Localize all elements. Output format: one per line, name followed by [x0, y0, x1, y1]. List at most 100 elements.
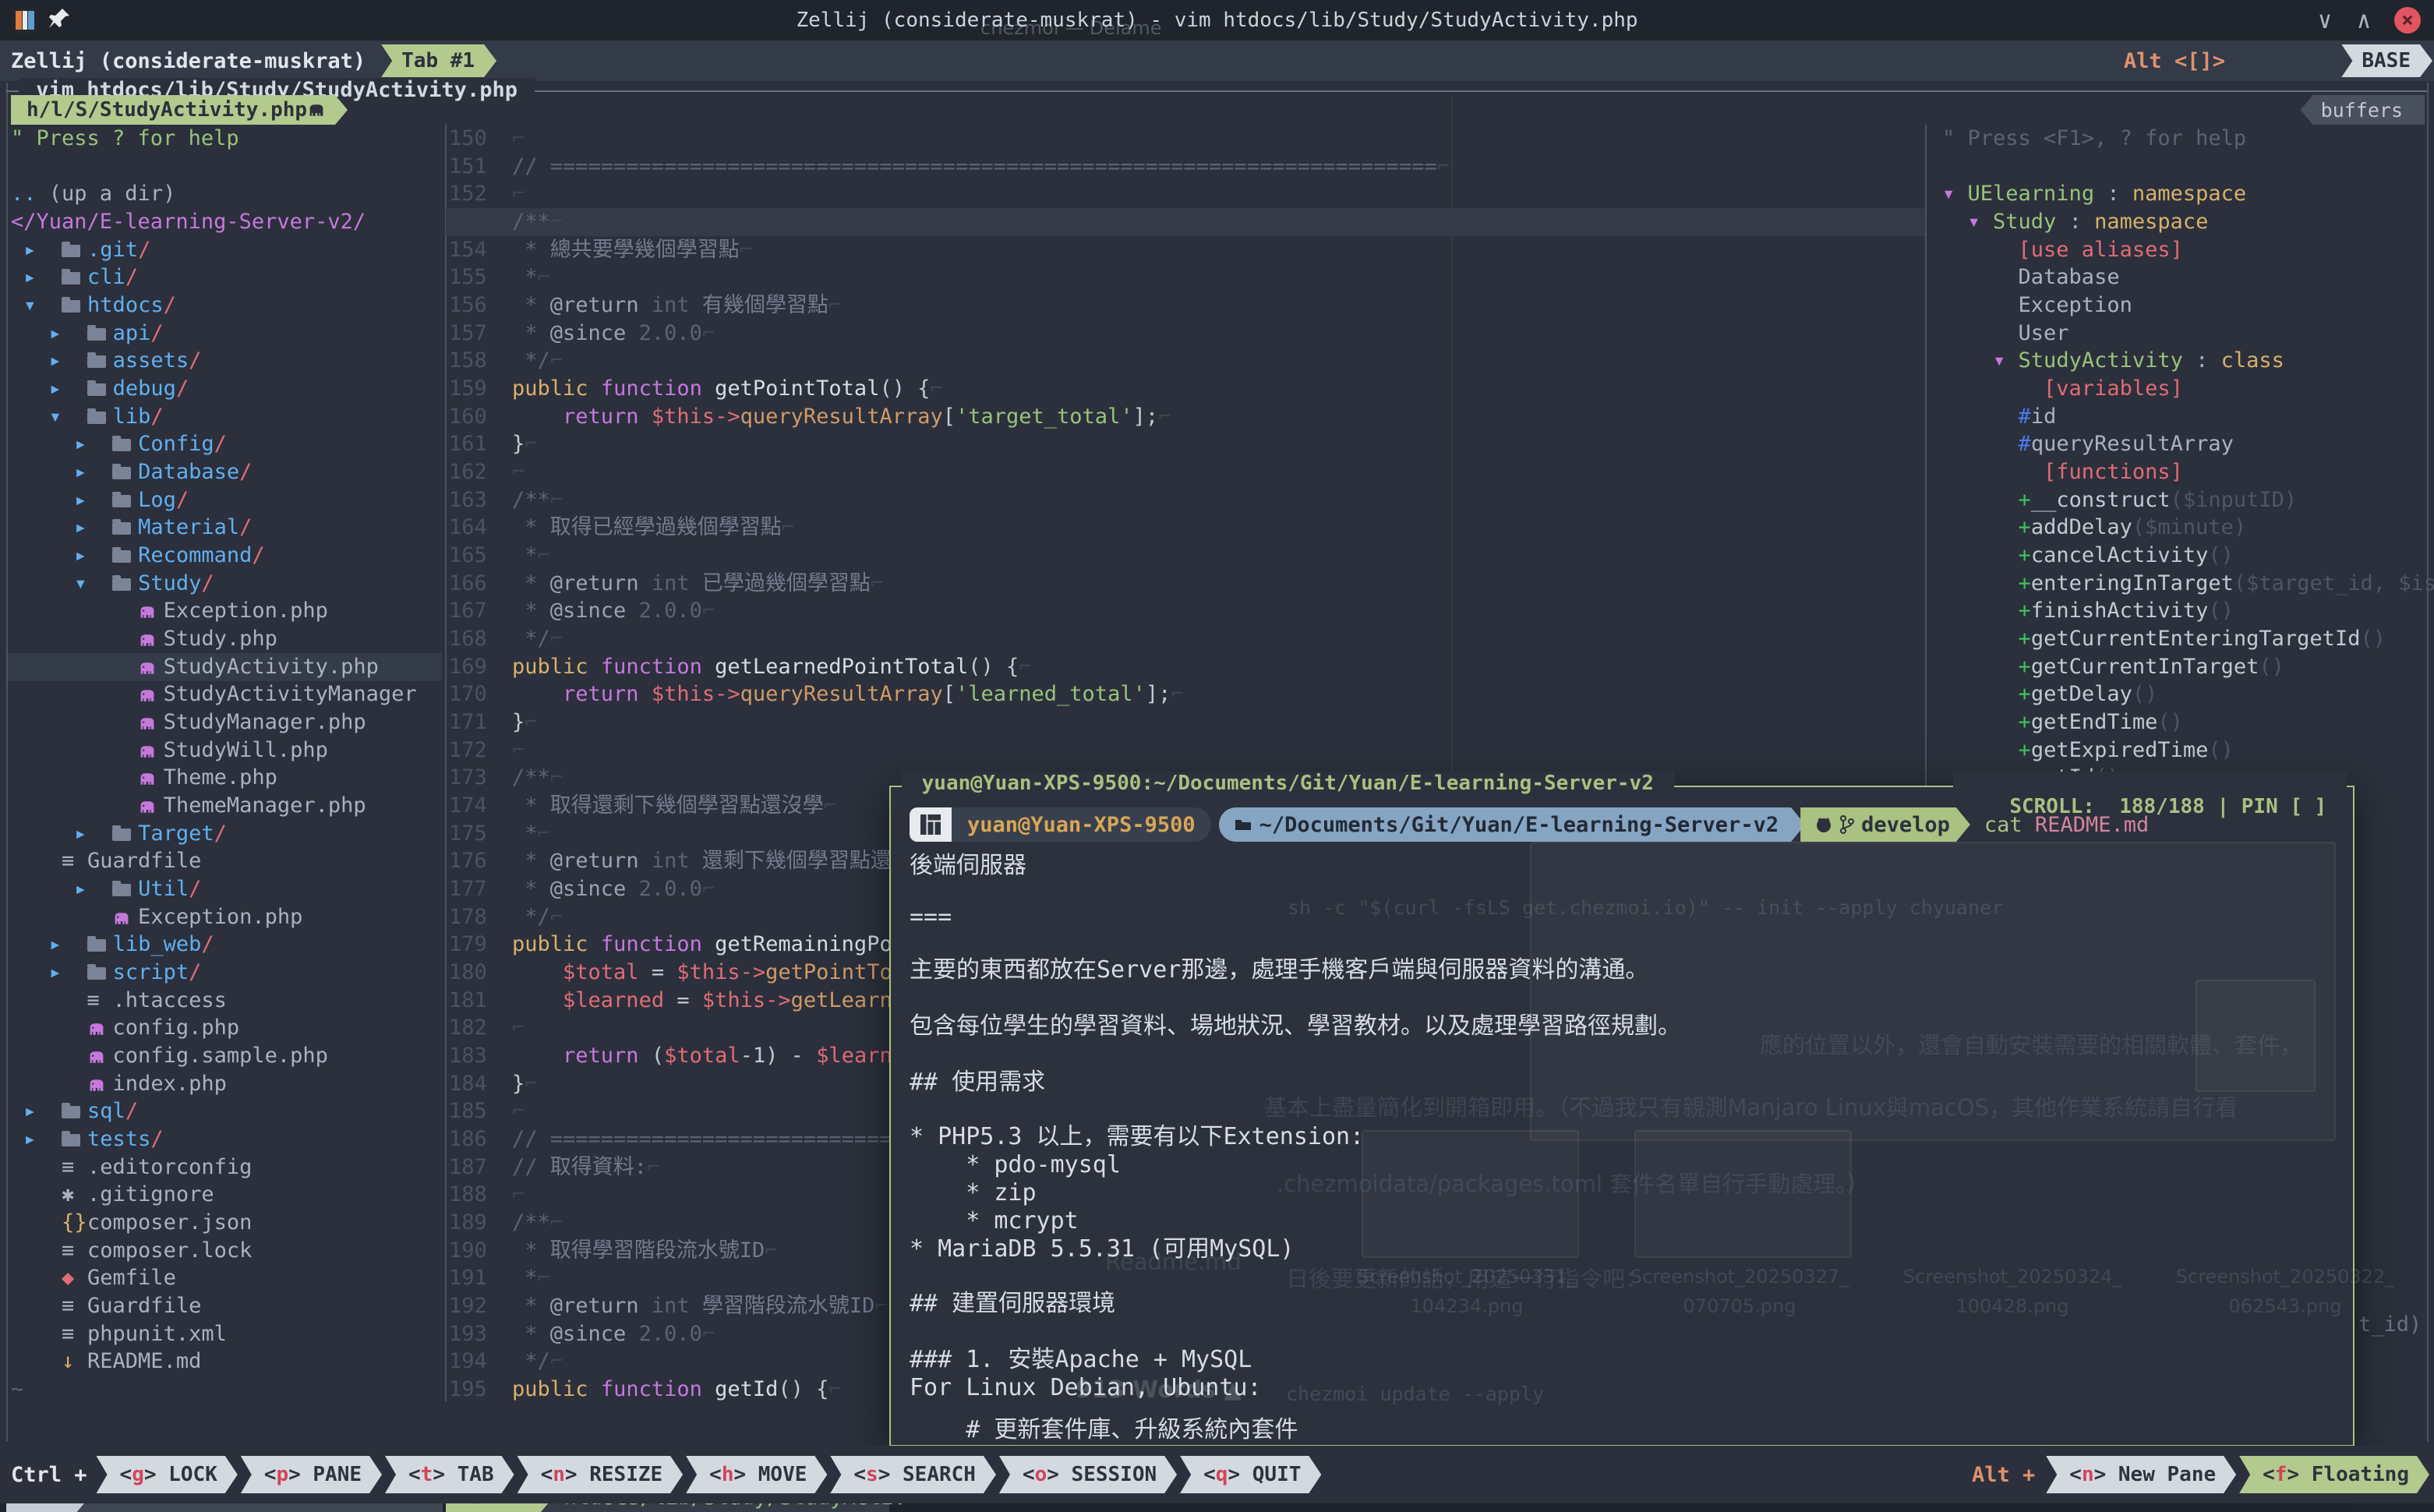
- tag-item[interactable]: [use aliases]: [1942, 236, 2434, 264]
- code-line-166[interactable]: * @return int 已學過幾個學習點⌐: [512, 570, 1925, 598]
- code-line-153[interactable]: /**⌐: [512, 208, 1925, 236]
- tree-item-guardfile[interactable]: ≡Guardfile: [11, 1292, 442, 1320]
- tree-item-studyactivitymanager[interactable]: StudyActivityManager: [11, 680, 442, 708]
- keybind-resize[interactable]: <n> RESIZE: [518, 1456, 684, 1493]
- tree-item-recommand[interactable]: ▸ Recommand/: [11, 542, 442, 570]
- code-line-167[interactable]: * @since 2.0.0⌐: [512, 597, 1925, 625]
- tree-item-.gitignore[interactable]: ✱.gitignore: [11, 1181, 442, 1209]
- tree-item-config.sample.php[interactable]: config.sample.php: [11, 1042, 442, 1070]
- keybind-new-pane[interactable]: <n> New Pane: [2046, 1456, 2236, 1493]
- code-line-159[interactable]: public function getPointTotal() {⌐: [512, 375, 1925, 403]
- tree-item-thememanager.php[interactable]: ThemeManager.php: [11, 792, 442, 820]
- tag-item[interactable]: ▾ Study : namespace: [1942, 208, 2434, 236]
- tree-item-composer.lock[interactable]: ≡composer.lock: [11, 1237, 442, 1265]
- tree-updir[interactable]: .. (up a dir): [11, 180, 442, 208]
- tree-item-.git[interactable]: ▸ .git/: [11, 236, 442, 264]
- code-line-152[interactable]: ⌐: [512, 180, 1925, 208]
- keybind-move[interactable]: <h> MOVE: [686, 1456, 827, 1493]
- tab-1[interactable]: Tab #1: [381, 44, 496, 77]
- tree-item-api[interactable]: ▸ api/: [11, 320, 442, 348]
- tag-item[interactable]: +getCurrentInTarget(): [1942, 653, 2434, 681]
- code-line-160[interactable]: return $this->queryResultArray['target_t…: [512, 403, 1925, 431]
- keybind-session[interactable]: <o> SESSION: [999, 1456, 1177, 1493]
- tree-item-assets[interactable]: ▸ assets/: [11, 347, 442, 375]
- tree-item-util[interactable]: ▸ Util/: [11, 875, 442, 903]
- tree-item-cli[interactable]: ▸ cli/: [11, 263, 442, 291]
- tree-item-studymanager.php[interactable]: StudyManager.php: [11, 708, 442, 737]
- tag-item[interactable]: Exception: [1942, 291, 2434, 320]
- tag-item[interactable]: +getEndTime(): [1942, 708, 2434, 737]
- tree-item-theme.php[interactable]: Theme.php: [11, 764, 442, 792]
- minimize-icon[interactable]: ∨: [2318, 9, 2332, 33]
- tag-item[interactable]: +getExpiredTime(): [1942, 737, 2434, 765]
- tree-item-config.php[interactable]: config.php: [11, 1014, 442, 1042]
- tag-item[interactable]: +finishActivity(): [1942, 597, 2434, 625]
- tag-item[interactable]: +enteringInTarget($target_id, $is: [1942, 570, 2434, 598]
- tree-item-htdocs[interactable]: ▾ htdocs/: [11, 291, 442, 320]
- keybind-quit[interactable]: <q> QUIT: [1180, 1456, 1321, 1493]
- tree-item-sql[interactable]: ▸ sql/: [11, 1097, 442, 1125]
- tree-item-material[interactable]: ▸ Material/: [11, 514, 442, 542]
- tree-item-target[interactable]: ▸ Target/: [11, 820, 442, 848]
- tree-item-index.php[interactable]: index.php: [11, 1070, 442, 1098]
- pin-toggle[interactable]: | PIN [ ]: [2217, 795, 2339, 818]
- tag-item[interactable]: #queryResultArray: [1942, 430, 2434, 458]
- tree-item-study[interactable]: ▾ Study/: [11, 570, 442, 598]
- keybind-lock[interactable]: <g> LOCK: [97, 1456, 238, 1493]
- tag-item[interactable]: #id: [1942, 403, 2434, 431]
- code-line-170[interactable]: return $this->queryResultArray['learned_…: [512, 680, 1925, 708]
- tree-item-tests[interactable]: ▸ tests/: [11, 1125, 442, 1153]
- tree-item-exception.php[interactable]: Exception.php: [11, 903, 442, 931]
- code-line-151[interactable]: // =====================================…: [512, 153, 1925, 181]
- code-line-150[interactable]: ⌐: [512, 125, 1925, 153]
- tag-item[interactable]: ▾ UElearning : namespace: [1942, 180, 2434, 208]
- tag-item[interactable]: +__construct($inputID): [1942, 486, 2434, 514]
- code-line-169[interactable]: public function getLearnedPointTotal() {…: [512, 653, 1925, 681]
- tree-item-phpunit.xml[interactable]: ≡phpunit.xml: [11, 1320, 442, 1348]
- code-line-155[interactable]: *⌐: [512, 263, 1925, 291]
- tree-item-.htaccess[interactable]: ≡.htaccess: [11, 987, 442, 1015]
- tag-item[interactable]: [functions]: [1942, 458, 2434, 486]
- tag-item[interactable]: User: [1942, 320, 2434, 348]
- tag-item[interactable]: +getCurrentEnteringTargetId(): [1942, 625, 2434, 653]
- tree-item-lib[interactable]: ▾ lib/: [11, 403, 442, 431]
- tree-item-studyactivity.php[interactable]: StudyActivity.php: [11, 653, 442, 681]
- tree-item-exception.php[interactable]: Exception.php: [11, 597, 442, 625]
- tree-item-guardfile[interactable]: ≡Guardfile: [11, 847, 442, 875]
- tag-item[interactable]: ▾ StudyActivity : class: [1942, 347, 2434, 375]
- tree-item-log[interactable]: ▸ Log/: [11, 486, 442, 514]
- code-line-154[interactable]: * 總共要學幾個學習點⌐: [512, 236, 1925, 264]
- tree-item-script[interactable]: ▸ script/: [11, 959, 442, 987]
- code-line-172[interactable]: ⌐: [512, 737, 1925, 765]
- keybind-tab[interactable]: <t> TAB: [385, 1456, 514, 1493]
- tree-item-config[interactable]: ▸ Config/: [11, 430, 442, 458]
- tag-item[interactable]: +addDelay($minute): [1942, 514, 2434, 542]
- code-line-162[interactable]: ⌐: [512, 458, 1925, 486]
- tree-item-studywill.php[interactable]: StudyWill.php: [11, 737, 442, 765]
- tree-item-study.php[interactable]: Study.php: [11, 625, 442, 653]
- keybind-floating[interactable]: <f> Floating: [2239, 1456, 2429, 1493]
- close-icon[interactable]: ×: [2394, 7, 2421, 34]
- tree-item-readme.md[interactable]: ↓README.md: [11, 1348, 442, 1376]
- tree-item-lib-web[interactable]: ▸ lib_web/: [11, 931, 442, 959]
- tag-item[interactable]: Database: [1942, 263, 2434, 291]
- maximize-icon[interactable]: ∧: [2357, 9, 2371, 33]
- tag-item[interactable]: +cancelActivity(): [1942, 542, 2434, 570]
- tree-item-gemfile[interactable]: ◆Gemfile: [11, 1264, 442, 1292]
- code-line-161[interactable]: }⌐: [512, 430, 1925, 458]
- keybind-search[interactable]: <s> SEARCH: [830, 1456, 996, 1493]
- buffers-badge[interactable]: buffers: [2301, 95, 2425, 125]
- tree-item-debug[interactable]: ▸ debug/: [11, 375, 442, 403]
- code-line-157[interactable]: * @since 2.0.0⌐: [512, 320, 1925, 348]
- tree-item-database[interactable]: ▸ Database/: [11, 458, 442, 486]
- code-line-156[interactable]: * @return int 有幾個學習點⌐: [512, 291, 1925, 320]
- buffer-tab-active[interactable]: h/l/S/StudyActivity.php: [11, 95, 348, 125]
- code-line-165[interactable]: *⌐: [512, 542, 1925, 570]
- code-line-171[interactable]: }⌐: [512, 708, 1925, 737]
- keybind-pane[interactable]: <p> PANE: [241, 1456, 382, 1493]
- code-line-163[interactable]: /**⌐: [512, 486, 1925, 514]
- floating-terminal-pane[interactable]: sh -c "$(curl -fsLS get.chezmoi.io)" -- …: [889, 786, 2355, 1447]
- tag-item[interactable]: [variables]: [1942, 375, 2434, 403]
- code-line-164[interactable]: * 取得已經學過幾個學習點⌐: [512, 514, 1925, 542]
- tree-item-.editorconfig[interactable]: ≡.editorconfig: [11, 1153, 442, 1182]
